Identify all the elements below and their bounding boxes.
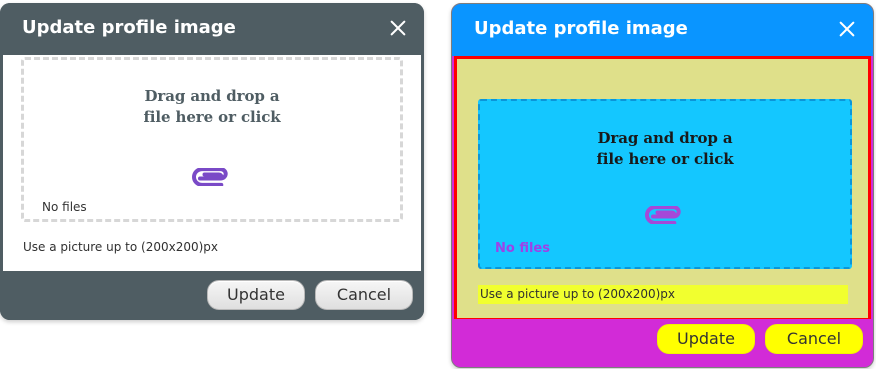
cancel-button[interactable]: Cancel xyxy=(765,324,863,354)
dialog-title: Update profile image xyxy=(22,17,236,38)
paperclip-icon xyxy=(645,206,681,224)
cancel-button[interactable]: Cancel xyxy=(315,280,413,310)
dropzone-text-line-1: Drag and drop a xyxy=(144,87,280,105)
image-size-hint: Use a picture up to (200x200)px xyxy=(478,285,848,304)
dialog-body-highlighted: Drag and drop a file here or click No fi… xyxy=(454,56,871,321)
dialog-header: Update profile image xyxy=(0,3,424,55)
dropzone-text-line-1: Drag and drop a xyxy=(597,129,733,147)
file-dropzone[interactable]: Drag and drop a file here or click No fi… xyxy=(21,57,403,222)
close-icon[interactable] xyxy=(388,18,408,38)
dialog-body: Drag and drop a file here or click No fi… xyxy=(3,55,421,272)
dropzone-text-line-2: file here or click xyxy=(596,150,734,168)
close-icon[interactable] xyxy=(837,19,857,39)
comparison-stage: Update profile image Drag and drop a fil… xyxy=(0,0,876,369)
update-button[interactable]: Update xyxy=(207,280,305,310)
dialog-footer: Update Cancel xyxy=(0,271,424,320)
dropzone-instructions: Drag and drop a file here or click xyxy=(480,128,850,170)
no-files-label: No files xyxy=(42,200,87,214)
dialog-header: Update profile image xyxy=(452,4,873,56)
update-profile-image-dialog-original: Update profile image Drag and drop a fil… xyxy=(0,3,424,320)
update-button[interactable]: Update xyxy=(657,324,755,354)
dialog-title: Update profile image xyxy=(474,18,688,39)
image-size-hint: Use a picture up to (200x200)px xyxy=(23,240,219,254)
paperclip-icon xyxy=(192,168,228,186)
update-profile-image-dialog-styled: Update profile image Drag and drop a fil… xyxy=(451,3,874,368)
no-files-label: No files xyxy=(495,241,550,256)
dialog-footer: Update Cancel xyxy=(452,319,873,367)
file-dropzone[interactable]: Drag and drop a file here or click No fi… xyxy=(478,99,852,269)
dropzone-instructions: Drag and drop a file here or click xyxy=(24,86,400,128)
dropzone-text-line-2: file here or click xyxy=(143,108,281,126)
